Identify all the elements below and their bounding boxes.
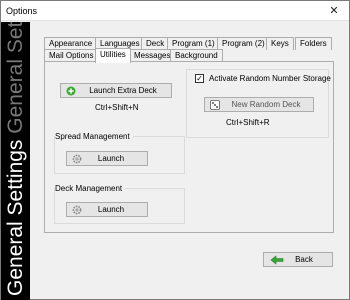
dice-icon (210, 100, 220, 110)
tab-utilities[interactable]: Utilities (95, 48, 131, 63)
random-deck-shortcut: Ctrl+Shift+R (226, 118, 270, 127)
launch-extra-deck-label: Launch Extra Deck (89, 86, 157, 95)
window-title: Options (6, 6, 38, 16)
sidebar-caption-ghost: General Setting (4, 22, 27, 134)
deck-launch-label: Launch (97, 205, 125, 214)
gear-icon (72, 205, 82, 215)
sidebar-caption: General Settings General Setting (1, 22, 30, 300)
options-window: Options ✕ General Settings General Setti… (0, 0, 350, 300)
title-bar: Options ✕ (1, 1, 349, 21)
new-random-deck-label: New Random Deck (231, 100, 301, 109)
deck-management-group: Deck Management Launch (54, 184, 185, 224)
deck-management-title: Deck Management (55, 184, 126, 193)
random-storage-label: Activate Random Number Storage (209, 74, 331, 83)
random-storage-checkbox[interactable]: ✓ (195, 74, 204, 83)
launch-extra-deck-button[interactable]: Launch Extra Deck (60, 83, 172, 98)
close-icon[interactable]: ✕ (319, 1, 349, 21)
deck-launch-button[interactable]: Launch (66, 202, 148, 217)
back-button[interactable]: Back (263, 252, 333, 267)
gear-icon (72, 154, 82, 164)
spread-management-group: Spread Management Launch (54, 132, 185, 174)
plus-circle-icon (66, 86, 76, 96)
extra-deck-shortcut: Ctrl+Shift+N (95, 103, 139, 112)
new-random-deck-button[interactable]: New Random Deck (204, 97, 314, 112)
sidebar-banner: General Settings General Setting (1, 22, 30, 300)
random-number-group: ✓ Activate Random Number Storage New Ran… (186, 69, 331, 138)
spread-launch-button[interactable]: Launch (66, 151, 148, 166)
spread-launch-label: Launch (97, 154, 125, 163)
back-label: Back (295, 255, 313, 264)
utilities-panel: Launch Extra Deck Ctrl+Shift+N ✓ Activat… (44, 61, 334, 233)
back-arrow-icon (270, 255, 284, 265)
spread-management-title: Spread Management (55, 132, 133, 141)
sidebar-caption-text: General Settings (4, 139, 27, 296)
